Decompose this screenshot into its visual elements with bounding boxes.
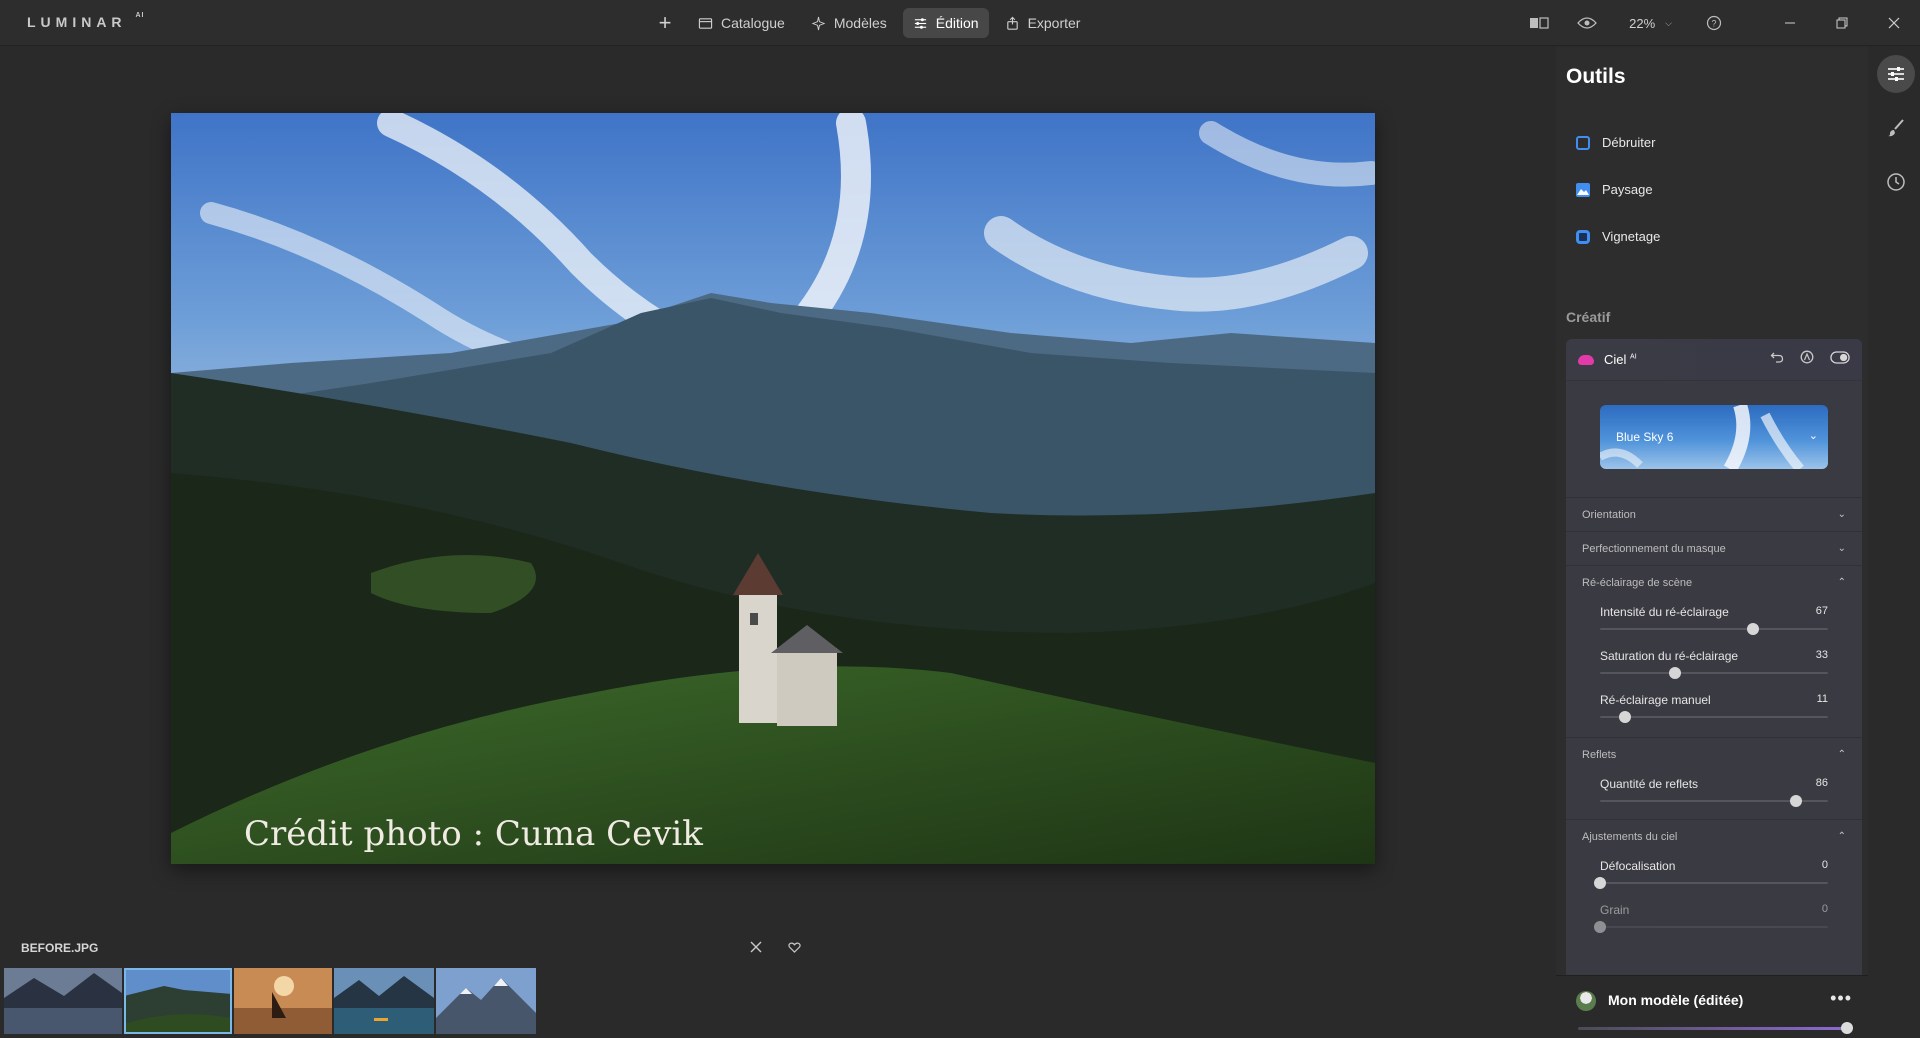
- section-relight[interactable]: Ré-éclairage de scène ⌃: [1566, 565, 1862, 599]
- close-window-button[interactable]: [1868, 0, 1920, 46]
- photo-credit: Crédit photo : Cuma Cevik: [244, 814, 703, 854]
- template-bar: Mon modèle (éditée) •••: [1556, 975, 1868, 1038]
- section-reflections[interactable]: Reflets ⌃: [1566, 737, 1862, 771]
- section-mask-refinement[interactable]: Perfectionnement du masque ⌄: [1566, 531, 1862, 565]
- thumbnail-sailboat-sunset[interactable]: [234, 968, 332, 1034]
- favorite-heart-icon[interactable]: [785, 938, 803, 956]
- slider-defocus[interactable]: Défocalisation 0: [1566, 853, 1862, 897]
- add-photos-button[interactable]: +: [648, 8, 682, 38]
- chevron-down-icon: ⌵: [1665, 17, 1672, 28]
- tab-catalogue[interactable]: Catalogue: [688, 8, 795, 38]
- slider-manual-relight[interactable]: Ré-éclairage manuel 11: [1566, 687, 1862, 737]
- mask-icon[interactable]: [1800, 350, 1814, 369]
- sky-tool-header[interactable]: Ciel AI: [1566, 339, 1862, 381]
- slider-reflection-amount[interactable]: Quantité de reflets 86: [1566, 771, 1862, 819]
- sky-selection-dropdown[interactable]: Blue Sky 6 ⌄: [1600, 405, 1828, 469]
- folder-icon: [698, 17, 713, 29]
- tool-debruiter[interactable]: Débruiter: [1576, 135, 1655, 150]
- tool-paysage[interactable]: Paysage: [1576, 182, 1653, 197]
- slider-track: [1600, 672, 1828, 674]
- sky-tool-actions: [1770, 350, 1850, 369]
- chevron-up-icon: ⌃: [1837, 831, 1846, 842]
- zoom-dropdown[interactable]: 22% ⌵: [1629, 16, 1672, 31]
- reject-icon[interactable]: [747, 938, 765, 956]
- minimize-button[interactable]: [1764, 0, 1816, 46]
- tab-exporter[interactable]: Exporter: [995, 8, 1091, 38]
- chevron-down-icon: ⌄: [1837, 509, 1846, 520]
- more-options-icon[interactable]: •••: [1830, 988, 1852, 1009]
- slider-track: [1600, 882, 1828, 884]
- template-name: Mon modèle (éditée): [1608, 992, 1744, 1008]
- top-right-controls: 22% ⌵ ?: [1529, 0, 1920, 46]
- luminar-app: LUMINAR AI + Catalogue Modèles Édition E…: [0, 0, 1920, 1038]
- tools-sliders-icon[interactable]: [1877, 55, 1915, 93]
- filmstrip: [4, 968, 536, 1034]
- history-clock-icon[interactable]: [1877, 163, 1915, 201]
- zoom-value: 22%: [1629, 15, 1656, 31]
- template-amount-knob[interactable]: [1840, 1022, 1853, 1034]
- section-orientation[interactable]: Orientation ⌄: [1566, 497, 1862, 531]
- thumbnail-snowy-mountains[interactable]: [436, 968, 536, 1034]
- thumbnail-kayak-lake[interactable]: [334, 968, 434, 1034]
- restore-button[interactable]: [1816, 0, 1868, 46]
- panel-title: Outils: [1566, 65, 1626, 88]
- slider-knob[interactable]: [1790, 795, 1803, 807]
- slider-track: [1600, 628, 1828, 630]
- chevron-down-icon: ⌄: [1837, 543, 1846, 554]
- tools-panel: Outils Débruiter Paysage Vignetage Créat…: [1556, 47, 1868, 1038]
- denoise-icon: [1576, 135, 1590, 150]
- slider-knob[interactable]: [1746, 623, 1759, 635]
- side-toolbar: [1872, 55, 1920, 217]
- slider-relight-saturation[interactable]: Saturation du ré-éclairage 33: [1566, 643, 1862, 687]
- main-nav: + Catalogue Modèles Édition Exporter: [648, 8, 1090, 38]
- chevron-up-icon: ⌃: [1837, 577, 1846, 588]
- slider-knob[interactable]: [1594, 877, 1606, 889]
- slider-knob[interactable]: [1619, 711, 1632, 723]
- slider-knob[interactable]: [1669, 667, 1682, 679]
- filmstrip-actions: [747, 938, 803, 956]
- app-logo: LUMINAR AI: [27, 12, 145, 30]
- template-amount-track: [1578, 1027, 1852, 1030]
- chevron-down-icon: ⌄: [1808, 430, 1818, 442]
- sky-tool-title: Ciel AI: [1604, 352, 1637, 367]
- slider-track: [1600, 716, 1828, 718]
- toggle-visibility-icon[interactable]: [1830, 350, 1850, 369]
- section-sky-adjustments[interactable]: Ajustements du ciel ⌃: [1566, 819, 1862, 853]
- slider-relight-intensity[interactable]: Intensité du ré-éclairage 67: [1566, 599, 1862, 643]
- undo-icon[interactable]: [1770, 350, 1784, 369]
- compare-icon[interactable]: [1529, 13, 1549, 33]
- brush-icon[interactable]: [1877, 109, 1915, 147]
- slider-track: [1600, 926, 1828, 928]
- cloud-icon: [1578, 354, 1594, 365]
- sparkle-icon: [811, 16, 826, 30]
- tab-modeles[interactable]: Modèles: [801, 8, 897, 38]
- top-bar: LUMINAR AI + Catalogue Modèles Édition E…: [0, 0, 1920, 46]
- tab-edition[interactable]: Édition: [902, 8, 989, 38]
- svg-text:?: ?: [1711, 19, 1716, 29]
- help-icon[interactable]: ?: [1704, 13, 1724, 33]
- selected-sky-label: Blue Sky 6: [1616, 430, 1674, 444]
- section-creatif: Créatif: [1566, 309, 1611, 325]
- tool-vignetage[interactable]: Vignetage: [1576, 229, 1660, 244]
- thumbnail-church-hill[interactable]: [124, 968, 232, 1034]
- thumbnail-lake-reflection[interactable]: [4, 968, 122, 1034]
- sky-tool-card: Ciel AI Blue Sky 6 ⌄ Orientation ⌄ Perfe…: [1566, 339, 1862, 1004]
- landscape-photo: [171, 113, 1375, 864]
- eye-icon[interactable]: [1577, 13, 1598, 33]
- export-icon: [1006, 16, 1018, 30]
- slider-grain[interactable]: Grain 0: [1566, 897, 1862, 941]
- sliders-icon: [914, 17, 926, 29]
- template-avatar: [1576, 991, 1596, 1011]
- chevron-up-icon: ⌃: [1837, 749, 1846, 760]
- landscape-icon: [1576, 182, 1590, 197]
- filmstrip-filename: BEFORE.JPG: [21, 941, 99, 955]
- slider-knob[interactable]: [1594, 921, 1606, 933]
- vignette-icon: [1576, 229, 1590, 244]
- photo-canvas[interactable]: Crédit photo : Cuma Cevik: [171, 113, 1375, 864]
